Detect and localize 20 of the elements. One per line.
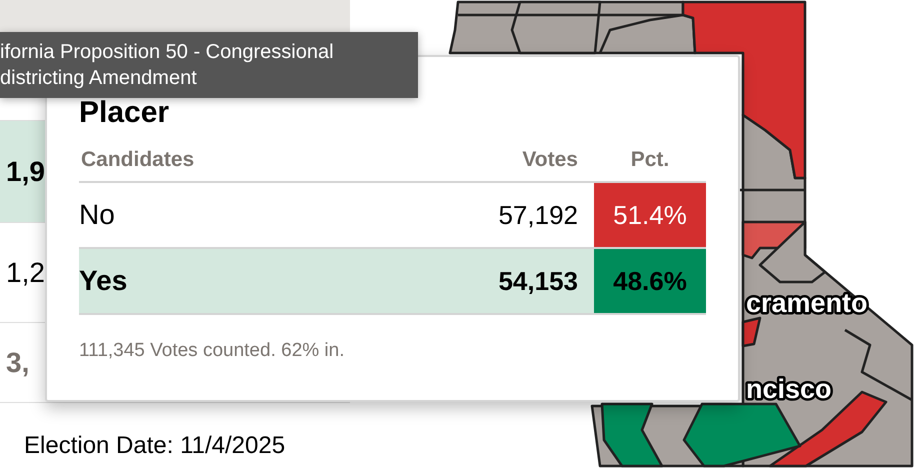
candidate-name: Yes [79,264,128,298]
tooltip-text: ifornia Proposition 50 - Congressional [0,40,334,65]
tooltip-text: districting Amendment [0,66,197,91]
percent-cell: 48.6% [594,249,706,313]
column-header: Candidates [81,148,194,170]
vote-count: 1,2 [6,256,45,290]
vote-count: 1,9 [6,154,45,188]
vote-count: 54,153 [498,264,578,298]
votes-counted-note: 111,345 Votes counted. 62% in. [79,339,344,363]
map-label: ncisco [746,374,832,404]
county-name: Placer [79,95,170,131]
column-header: Votes [522,148,578,170]
percent-cell: 51.4% [594,183,706,247]
candidate-name: No [79,198,115,232]
map-label: cramento [746,288,868,318]
vote-count: 3, [6,346,30,380]
county-border [740,188,805,192]
election-date: Election Date: 11/4/2025 [24,431,286,461]
vote-count: 57,192 [498,198,578,232]
column-header: Pct. [630,148,670,170]
